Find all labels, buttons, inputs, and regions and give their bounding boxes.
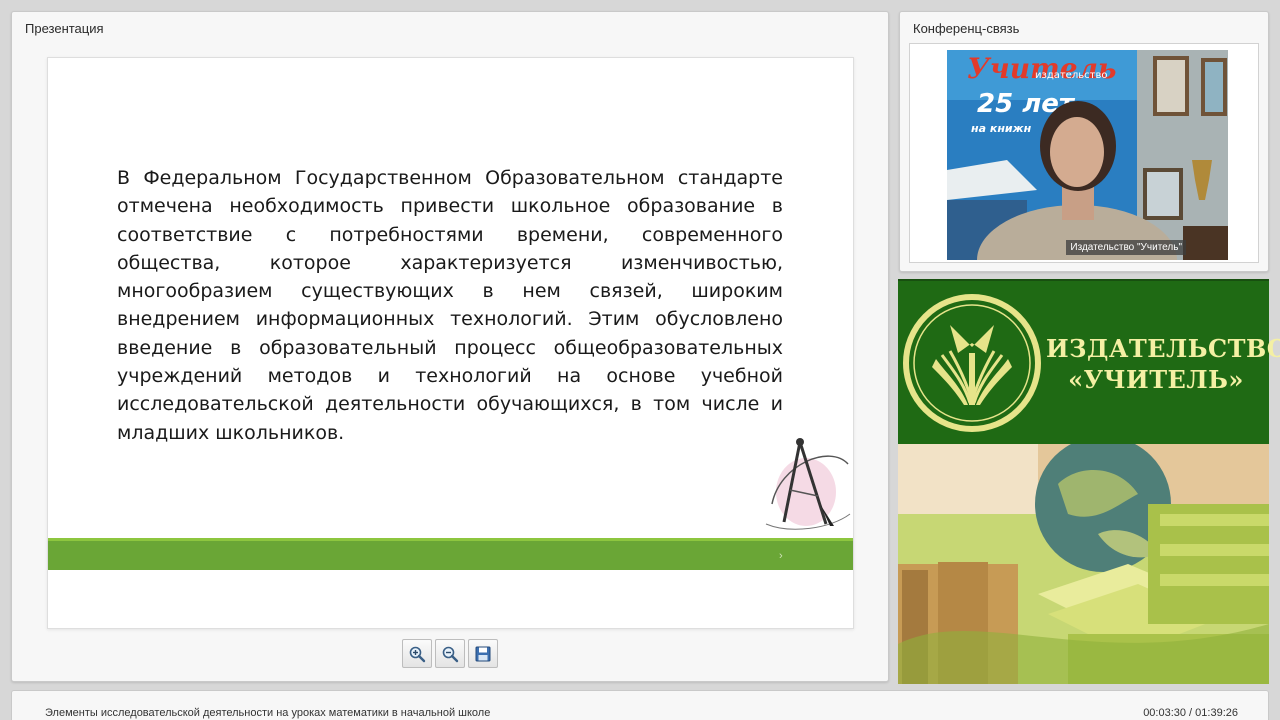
presentation-toolbar <box>402 639 498 669</box>
publisher-name-line2: «УЧИТЕЛЬ» <box>1068 365 1244 394</box>
presentation-panel: Презентация В Федеральном Государственно… <box>11 11 889 682</box>
video-caption: Издательство "Учитель" <box>1066 240 1186 255</box>
save-button[interactable] <box>468 639 498 668</box>
conference-title: Конференц-связь <box>913 21 1020 36</box>
presentation-title: Презентация <box>25 21 104 36</box>
compass-illustration <box>765 438 851 530</box>
zoom-out-button[interactable] <box>435 639 465 668</box>
publisher-logo-panel: ИЗДАТЕЛЬСТВО «УЧИТЕЛЬ» <box>898 279 1280 444</box>
video-frame: Учитель издательство 25 лет на книжн Изд… <box>909 43 1259 263</box>
zoom-in-button[interactable] <box>402 639 432 668</box>
banner-books: на книжн <box>971 122 1032 135</box>
books-illustration <box>898 444 1269 684</box>
publisher-name: ИЗДАТЕЛЬСТВО «УЧИТЕЛЬ» <box>1046 333 1280 395</box>
slide-text: В Федеральном Государственном Образовате… <box>117 167 783 444</box>
video-feed[interactable]: Учитель издательство 25 лет на книжн Изд… <box>947 50 1228 260</box>
conference-panel: Конференц-связь Учитель издательство 25 … <box>899 11 1269 272</box>
save-icon <box>475 646 491 661</box>
slide-footer-band: › <box>48 538 853 570</box>
speaker-video: Учитель издательство 25 лет на книжн <box>947 50 1228 260</box>
playback-time: 00:03:30 / 01:39:26 <box>1143 707 1238 719</box>
publisher-name-line1: ИЗДАТЕЛЬСТВО <box>1046 334 1280 363</box>
slide-next-arrow[interactable]: › <box>779 550 783 562</box>
footer-bar: Элементы исследовательской деятельности … <box>11 690 1269 720</box>
books-globe-image <box>898 444 1269 684</box>
banner-sub: издательство <box>1035 70 1107 81</box>
zoom-out-icon <box>442 646 459 662</box>
zoom-in-icon <box>409 646 426 662</box>
publisher-emblem-icon <box>903 294 1041 432</box>
lecture-title: Элементы исследовательской деятельности … <box>45 707 491 719</box>
slide: В Федеральном Государственном Образовате… <box>47 57 854 629</box>
